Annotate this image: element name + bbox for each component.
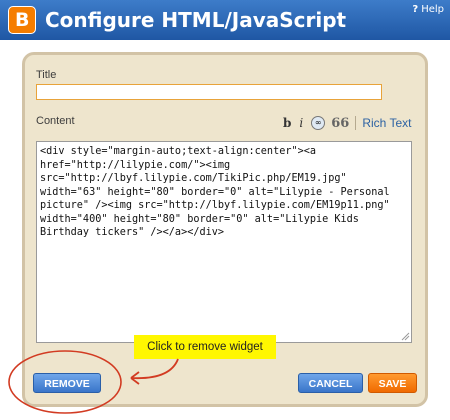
rich-text-link[interactable]: Rich Text <box>362 116 411 130</box>
toolbar-divider <box>355 116 357 130</box>
help-link[interactable]: ? Help <box>412 4 444 15</box>
help-icon: ? <box>412 4 419 15</box>
title-label: Title <box>36 69 57 81</box>
content-textarea[interactable]: <div style="margin-auto;text-align:cente… <box>36 141 412 343</box>
editor-toolbar: b i ∞ 66 Rich Text <box>283 114 411 132</box>
link-icon[interactable]: ∞ <box>311 116 326 130</box>
quote-button[interactable]: 66 <box>331 116 349 131</box>
remove-button[interactable]: REMOVE <box>33 373 101 393</box>
title-input[interactable] <box>36 84 382 100</box>
blogger-logo: B <box>8 6 36 34</box>
content-label: Content <box>36 115 75 127</box>
resize-handle-icon[interactable] <box>400 331 410 341</box>
save-button[interactable]: SAVE <box>368 373 417 393</box>
header-bar: B Configure HTML/JavaScript ? Help <box>0 0 450 40</box>
remove-widget-callout: Click to remove widget <box>134 335 276 359</box>
content-code: <div style="margin-auto;text-align:cente… <box>40 146 390 238</box>
bold-button[interactable]: b <box>283 115 291 131</box>
logo-letter: B <box>15 9 30 31</box>
page-title: Configure HTML/JavaScript <box>45 8 347 32</box>
cancel-button[interactable]: CANCEL <box>298 373 363 393</box>
help-label: Help <box>421 4 444 15</box>
italic-button[interactable]: i <box>299 115 303 131</box>
